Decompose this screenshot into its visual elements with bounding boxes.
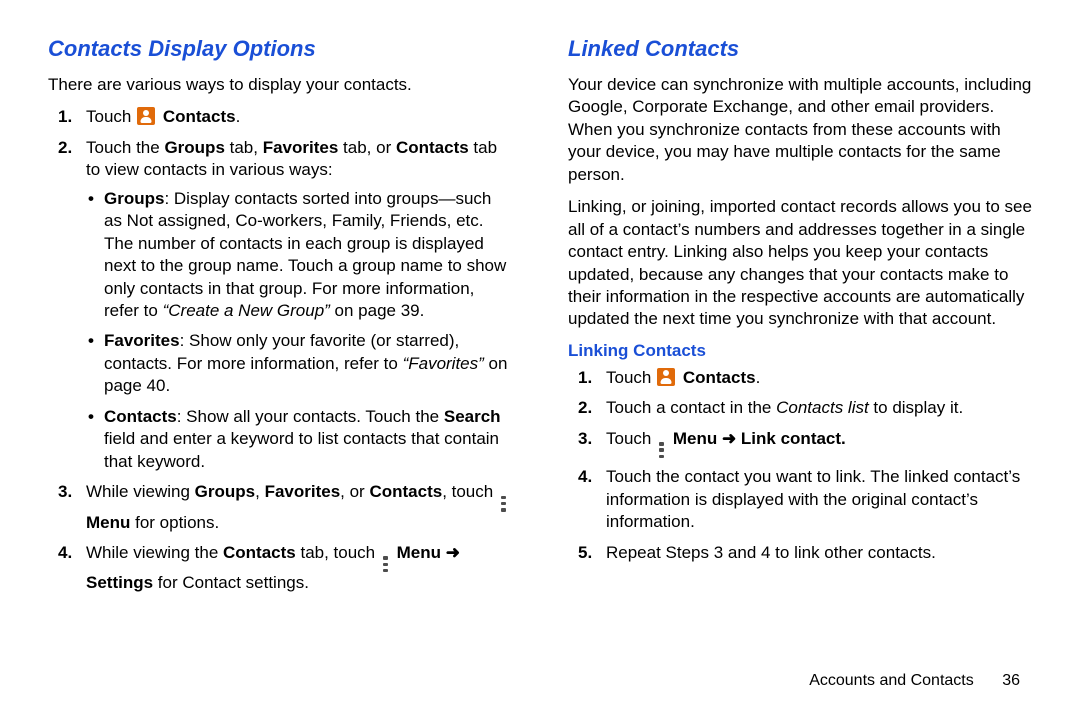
text: , or (340, 482, 369, 501)
footer-section: Accounts and Contacts (809, 672, 974, 689)
left-column: Contacts Display Options There are vario… (48, 36, 512, 603)
menu-icon (659, 442, 665, 458)
arrow-icon: ➜ (717, 429, 741, 448)
text: Touch (86, 107, 136, 126)
text: tab, (225, 138, 263, 157)
text: Favorites (265, 482, 341, 501)
step-1: Touch Contacts. (86, 106, 512, 128)
text: tab, touch (296, 543, 380, 562)
menu-icon (383, 556, 389, 572)
text: Search (444, 407, 501, 426)
section-title-linked: Linked Contacts (568, 36, 1032, 62)
contacts-label: Contacts (683, 368, 756, 387)
page-footer: Accounts and Contacts 36 (809, 672, 1020, 690)
menu-label: Menu (673, 429, 717, 448)
right-column: Linked Contacts Your device can synchron… (568, 36, 1032, 603)
text: Favorites (263, 138, 339, 157)
step-3: While viewing Groups, Favorites, or Cont… (86, 481, 512, 534)
cross-ref: “Favorites” (403, 354, 484, 373)
text: Touch a contact in the (606, 398, 776, 417)
menu-label: Menu (86, 513, 130, 532)
text: field and enter a keyword to list contac… (104, 429, 499, 470)
text: , (255, 482, 264, 501)
text: Contacts (369, 482, 442, 501)
link-step-4: Touch the contact you want to link. The … (606, 466, 1032, 533)
text: . (236, 107, 241, 126)
step-2: Touch the Groups tab, Favorites tab, or … (86, 137, 512, 473)
text: Touch the (86, 138, 164, 157)
menu-label: Menu (397, 543, 441, 562)
link-step-5: Repeat Steps 3 and 4 to link other conta… (606, 542, 1032, 564)
step2-sub-list: Groups: Display contacts sorted into gro… (86, 188, 512, 473)
contacts-icon (657, 368, 675, 386)
text: Favorites (104, 331, 180, 350)
text: While viewing (86, 482, 195, 501)
text: , touch (442, 482, 498, 501)
display-steps-list: Touch Contacts. Touch the Groups tab, Fa… (48, 106, 512, 594)
section-title-display-options: Contacts Display Options (48, 36, 512, 62)
menu-icon (501, 496, 507, 512)
text: Contacts (104, 407, 177, 426)
text: to display it. (869, 398, 964, 417)
intro-text: There are various ways to display your c… (48, 74, 512, 96)
link-step-3: Touch Menu ➜ Link contact. (606, 428, 1032, 459)
text: Touch (606, 368, 656, 387)
contacts-icon (137, 107, 155, 125)
link-contact-label: Link contact. (741, 429, 846, 448)
text: Contacts (396, 138, 469, 157)
text: Groups (195, 482, 255, 501)
text: Contacts (223, 543, 296, 562)
arrow-icon: ➜ (441, 543, 460, 562)
link-step-1: Touch Contacts. (606, 367, 1032, 389)
text: tab, or (338, 138, 396, 157)
settings-label: Settings (86, 573, 153, 592)
bullet-favorites: Favorites: Show only your favorite (or s… (104, 330, 512, 397)
text: Groups (104, 189, 164, 208)
page-number: 36 (1002, 672, 1020, 690)
bullet-groups: Groups: Display contacts sorted into gro… (104, 188, 512, 323)
text: Groups (164, 138, 224, 157)
linked-p2: Linking, or joining, imported contact re… (568, 196, 1032, 331)
text: . (756, 368, 761, 387)
linked-p1: Your device can synchronize with multipl… (568, 74, 1032, 186)
page-body: Contacts Display Options There are vario… (0, 0, 1080, 623)
text: Touch (606, 429, 656, 448)
text: While viewing the (86, 543, 223, 562)
text: on page 39. (330, 301, 425, 320)
subheading-linking: Linking Contacts (568, 341, 1032, 361)
contacts-label: Contacts (163, 107, 236, 126)
contacts-list-ref: Contacts list (776, 398, 869, 417)
link-step-2: Touch a contact in the Contacts list to … (606, 397, 1032, 419)
bullet-contacts: Contacts: Show all your contacts. Touch … (104, 406, 512, 473)
text: for options. (130, 513, 219, 532)
cross-ref: “Create a New Group” (163, 301, 330, 320)
step-4: While viewing the Contacts tab, touch Me… (86, 542, 512, 595)
text: : Show all your contacts. Touch the (177, 407, 444, 426)
text: for Contact settings. (153, 573, 309, 592)
linking-steps-list: Touch Contacts. Touch a contact in the C… (568, 367, 1032, 564)
